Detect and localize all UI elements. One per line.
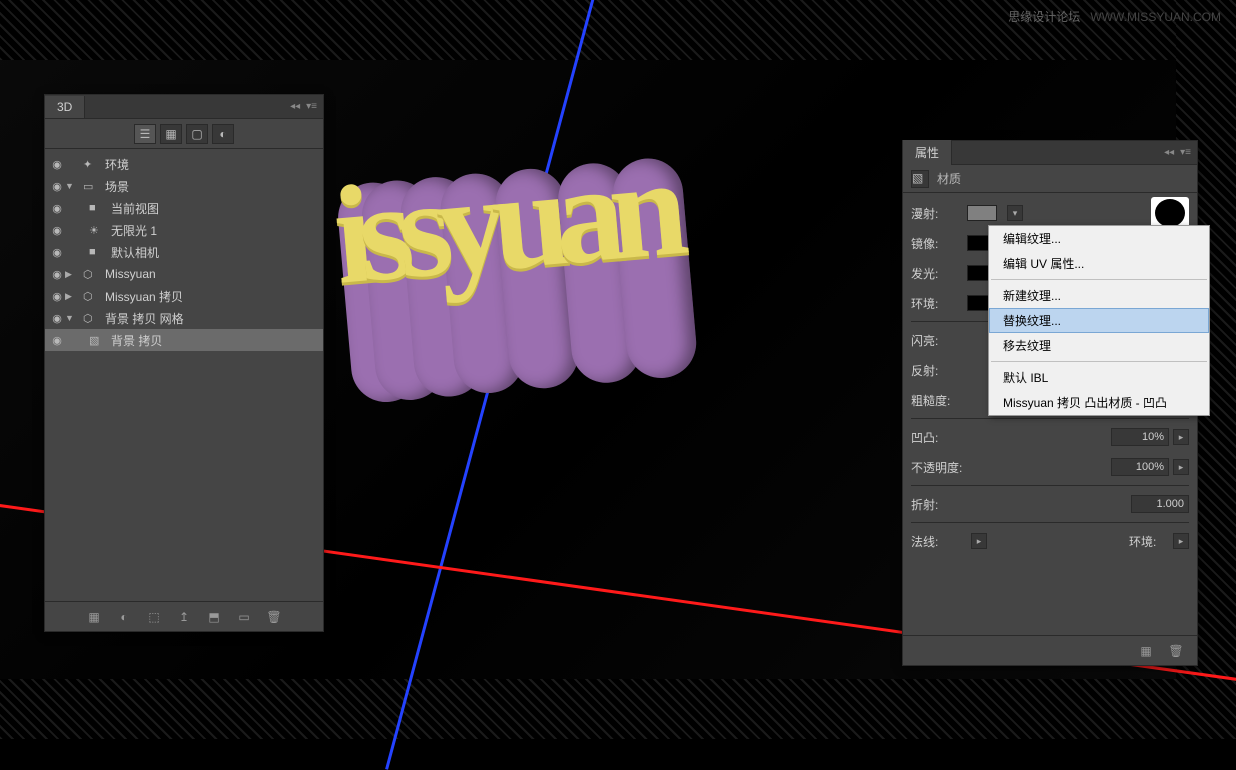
props-header-label: 材质: [937, 170, 961, 187]
tree-type-icon: ▭: [83, 180, 101, 193]
diffuse-texture-icon[interactable]: ▾: [1007, 205, 1023, 221]
tree-label: 场景: [105, 178, 129, 195]
texture-context-menu: 编辑纹理...编辑 UV 属性... 新建纹理...替换纹理...移去纹理默认 I…: [988, 225, 1210, 416]
tree-item-场景[interactable]: ◉ ▼ ▭ 场景: [45, 175, 323, 197]
panel-collapse-icon[interactable]: ◂◂: [1164, 147, 1174, 158]
footer-icon-1[interactable]: ◐: [115, 608, 133, 626]
grid-edge-bottom: [0, 679, 1236, 739]
panel-collapse-icon[interactable]: ◂◂: [290, 101, 300, 112]
menu-separator: [991, 361, 1207, 362]
tree-type-icon: ⬡: [83, 312, 101, 325]
tree-item-背景 拷贝 网格[interactable]: ◉ ▼ ⬡ 背景 拷贝 网格: [45, 307, 323, 329]
panel-3d-tabs: 3D ◂◂ ▾≡: [45, 95, 323, 119]
tree-arrow-icon[interactable]: ▼: [65, 181, 79, 191]
tree-type-icon: ▧: [89, 334, 107, 347]
menu-item-Missyuan 拷贝 凸出材质 - 凹凸[interactable]: Missyuan 拷贝 凸出材质 - 凹凸: [989, 390, 1209, 415]
prop-normal: 法线: ▸ 环境: ▸: [911, 529, 1189, 553]
footer-icon-5[interactable]: ▭: [235, 608, 253, 626]
tree-type-icon: ⬡: [83, 290, 101, 303]
normal-folder-icon[interactable]: ▸: [971, 533, 987, 549]
tree-item-当前视图[interactable]: ◉ ■ 当前视图: [45, 197, 323, 219]
tree-type-icon: ■: [89, 246, 107, 258]
tree-item-Missyuan[interactable]: ◉ ▶ ⬡ Missyuan: [45, 263, 323, 285]
filter-material-icon[interactable]: ▢: [186, 124, 208, 144]
menu-item-编辑 UV 属性...[interactable]: 编辑 UV 属性...: [989, 251, 1209, 276]
tree-item-背景 拷贝[interactable]: ◉ ▧ 背景 拷贝: [45, 329, 323, 351]
filter-all-icon[interactable]: ☰: [134, 124, 156, 144]
visibility-eye-icon[interactable]: ◉: [49, 312, 65, 325]
tab-properties[interactable]: 属性: [903, 140, 952, 165]
footer-icon-2[interactable]: ⬚: [145, 608, 163, 626]
tree-item-默认相机[interactable]: ◉ ■ 默认相机: [45, 241, 323, 263]
menu-item-新建纹理...[interactable]: 新建纹理...: [989, 283, 1209, 308]
opacity-folder-icon[interactable]: ▸: [1173, 459, 1189, 475]
tree-label: Missyuan: [105, 267, 156, 281]
panel-menu-icon[interactable]: ▾≡: [306, 101, 317, 112]
tree-type-icon: ✦: [83, 158, 101, 171]
tab-3d[interactable]: 3D: [45, 96, 85, 118]
tree-label: 环境: [105, 156, 129, 173]
visibility-eye-icon[interactable]: ◉: [49, 290, 65, 303]
panel-3d: 3D ◂◂ ▾≡ ☰ ▦ ▢ ◐ ◉ ✦ 环境◉ ▼ ▭ 场景◉ ■ 当前视图◉…: [44, 94, 324, 632]
footer-icon-4[interactable]: ⬒: [205, 608, 223, 626]
menu-separator: [991, 279, 1207, 280]
diffuse-swatch[interactable]: [967, 205, 997, 221]
filter-row: ☰ ▦ ▢ ◐: [45, 119, 323, 149]
footer-icon-3[interactable]: ↥: [175, 608, 193, 626]
tree-label: 背景 拷贝: [111, 332, 162, 349]
panel-3d-footer: ▦ ◐ ⬚ ↥ ⬒ ▭ 🗑: [45, 601, 323, 631]
tree-label: 背景 拷贝 网格: [105, 310, 184, 327]
tree-item-环境[interactable]: ◉ ✦ 环境: [45, 153, 323, 175]
visibility-eye-icon[interactable]: ◉: [49, 180, 65, 193]
menu-item-默认 IBL[interactable]: 默认 IBL: [989, 365, 1209, 390]
tree-label: 默认相机: [111, 244, 159, 261]
props-type-header: ▧ 材质: [903, 165, 1197, 193]
visibility-eye-icon[interactable]: ◉: [49, 246, 65, 259]
prop-bump: 凹凸: ▸: [911, 425, 1189, 449]
tree-item-无限光 1[interactable]: ◉ ☀ 无限光 1: [45, 219, 323, 241]
footer-trash-icon[interactable]: 🗑: [265, 608, 283, 626]
panel-props-footer: ▦ 🗑: [903, 635, 1197, 665]
panel-props-tabs: 属性 ◂◂ ▾≡: [903, 141, 1197, 165]
panel-menu-icon[interactable]: ▾≡: [1180, 147, 1191, 158]
tree-label: Missyuan 拷贝: [105, 288, 183, 305]
tree-item-Missyuan 拷贝[interactable]: ◉ ▶ ⬡ Missyuan 拷贝: [45, 285, 323, 307]
tree-arrow-icon[interactable]: ▼: [65, 313, 79, 323]
props-footer-trash-icon[interactable]: 🗑: [1167, 642, 1185, 660]
prop-refraction: 折射:: [911, 492, 1189, 516]
tree-arrow-icon[interactable]: ▶: [65, 269, 79, 280]
prop-opacity: 不透明度: ▸: [911, 455, 1189, 479]
filter-mesh-icon[interactable]: ▦: [160, 124, 182, 144]
tree-type-icon: ■: [89, 202, 107, 214]
env-folder-icon[interactable]: ▸: [1173, 533, 1189, 549]
menu-item-编辑纹理...[interactable]: 编辑纹理...: [989, 226, 1209, 251]
filter-light-icon[interactable]: ◐: [212, 124, 234, 144]
watermark: 思缘设计论坛 WWW.MISSYUAN.COM: [1008, 8, 1221, 25]
visibility-eye-icon[interactable]: ◉: [49, 334, 65, 347]
opacity-input[interactable]: [1111, 458, 1169, 476]
bump-folder-icon[interactable]: ▸: [1173, 429, 1189, 445]
scene-tree: ◉ ✦ 环境◉ ▼ ▭ 场景◉ ■ 当前视图◉ ☀ 无限光 1◉ ■ 默认相机◉…: [45, 149, 323, 355]
menu-item-移去纹理[interactable]: 移去纹理: [989, 333, 1209, 358]
visibility-eye-icon[interactable]: ◉: [49, 202, 65, 215]
footer-icon-0[interactable]: ▦: [85, 608, 103, 626]
visibility-eye-icon[interactable]: ◉: [49, 224, 65, 237]
visibility-eye-icon[interactable]: ◉: [49, 158, 65, 171]
tree-arrow-icon[interactable]: ▶: [65, 291, 79, 302]
refraction-input[interactable]: [1131, 495, 1189, 513]
material-icon: ▧: [911, 170, 929, 188]
props-footer-icon[interactable]: ▦: [1137, 642, 1155, 660]
visibility-eye-icon[interactable]: ◉: [49, 268, 65, 281]
tree-type-icon: ⬡: [83, 268, 101, 281]
tree-label: 当前视图: [111, 200, 159, 217]
menu-item-替换纹理...[interactable]: 替换纹理...: [989, 308, 1209, 333]
tree-label: 无限光 1: [111, 222, 157, 239]
bump-input[interactable]: [1111, 428, 1169, 446]
tree-type-icon: ☀: [89, 224, 107, 237]
prop-diffuse: 漫射: ▾: [911, 201, 1189, 225]
